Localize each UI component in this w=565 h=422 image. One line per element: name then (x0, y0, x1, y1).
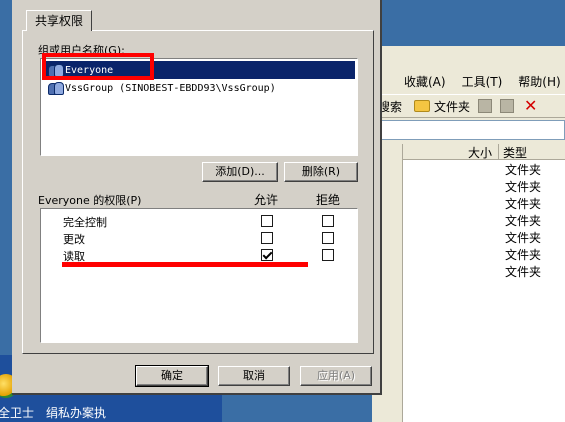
menu-help[interactable]: 帮助(H) (518, 73, 560, 90)
apply-button[interactable]: 应用(A) (300, 366, 372, 386)
column-type[interactable]: 类型 (499, 144, 527, 160)
delete-icon[interactable]: ✕ (524, 98, 537, 114)
move-to-icon[interactable] (478, 99, 493, 113)
permissions-list: 完全控制 更改 读取 (40, 208, 358, 343)
column-size[interactable]: 大小 (403, 144, 499, 160)
permission-label: 更改 (63, 233, 85, 246)
file-list-header: 大小 类型 (403, 144, 565, 160)
annotation-highlight-box (42, 53, 154, 80)
file-type-cell[interactable]: 文件夹 (505, 246, 541, 263)
desktop-icon-label-2[interactable]: 绢私办案执 (46, 404, 106, 421)
menu-favorites[interactable]: 收藏(A) (404, 73, 446, 90)
explorer-menubar: 收藏(A) 工具(T) 帮助(H) (372, 70, 565, 92)
read-deny-checkbox[interactable] (322, 249, 334, 261)
address-bar[interactable] (372, 120, 565, 140)
user-item-vssgroup[interactable]: VssGroup (SINOBEST-EBDD93\VssGroup) (43, 79, 355, 97)
user-item-label: VssGroup (SINOBEST-EBDD93\VssGroup) (65, 82, 276, 94)
tab-share-permissions[interactable]: 共享权限 (26, 10, 93, 31)
file-type-cell[interactable]: 文件夹 (505, 178, 541, 195)
deny-column-header: 拒绝 (316, 193, 341, 207)
permission-label: 完全控制 (63, 216, 107, 229)
file-type-cell[interactable]: 文件夹 (505, 229, 541, 246)
ok-button[interactable]: 确定 (135, 365, 209, 387)
copy-to-icon[interactable] (500, 99, 515, 113)
allow-column-header: 允许 (254, 193, 279, 207)
file-type-cell[interactable]: 文件夹 (505, 212, 541, 229)
add-button[interactable]: 添加(D)... (202, 162, 278, 182)
full-control-allow-checkbox[interactable] (261, 215, 273, 227)
change-allow-checkbox[interactable] (261, 232, 273, 244)
file-list: 大小 类型 文件夹 文件夹 文件夹 文件夹 文件夹 文件夹 文件夹 (402, 144, 565, 422)
permission-row-change: 更改 (41, 230, 357, 247)
folders-button-label: 文件夹 (434, 99, 471, 114)
read-allow-checkbox[interactable] (261, 249, 273, 261)
change-deny-checkbox[interactable] (322, 232, 334, 244)
file-type-cell[interactable]: 文件夹 (505, 161, 541, 178)
user-group-icon (47, 81, 64, 95)
permissions-title: Everyone 的权限(P) (38, 194, 142, 207)
file-type-cell[interactable]: 文件夹 (505, 195, 541, 212)
menu-tools[interactable]: 工具(T) (462, 73, 503, 90)
remove-button[interactable]: 删除(R) (284, 162, 358, 182)
annotation-underline (62, 262, 308, 267)
full-control-deny-checkbox[interactable] (322, 215, 334, 227)
cancel-button[interactable]: 取消 (218, 366, 290, 386)
folder-icon (414, 100, 431, 112)
desktop-icon-label-1: 全卫士 (0, 406, 35, 420)
share-permissions-dialog: 共享权限 组或用户名称(G): Everyone VssGroup (SINOB… (12, 0, 382, 395)
explorer-window: 收藏(A) 工具(T) 帮助(H) 搜索 文件夹 ✕ 大小 类型 文件夹 文件夹… (372, 46, 565, 422)
permission-row-full-control: 完全控制 (41, 213, 357, 230)
file-type-cell[interactable]: 文件夹 (505, 263, 541, 280)
explorer-toolbar: 搜索 文件夹 ✕ (372, 94, 565, 118)
folders-button[interactable]: 文件夹 (414, 98, 470, 115)
